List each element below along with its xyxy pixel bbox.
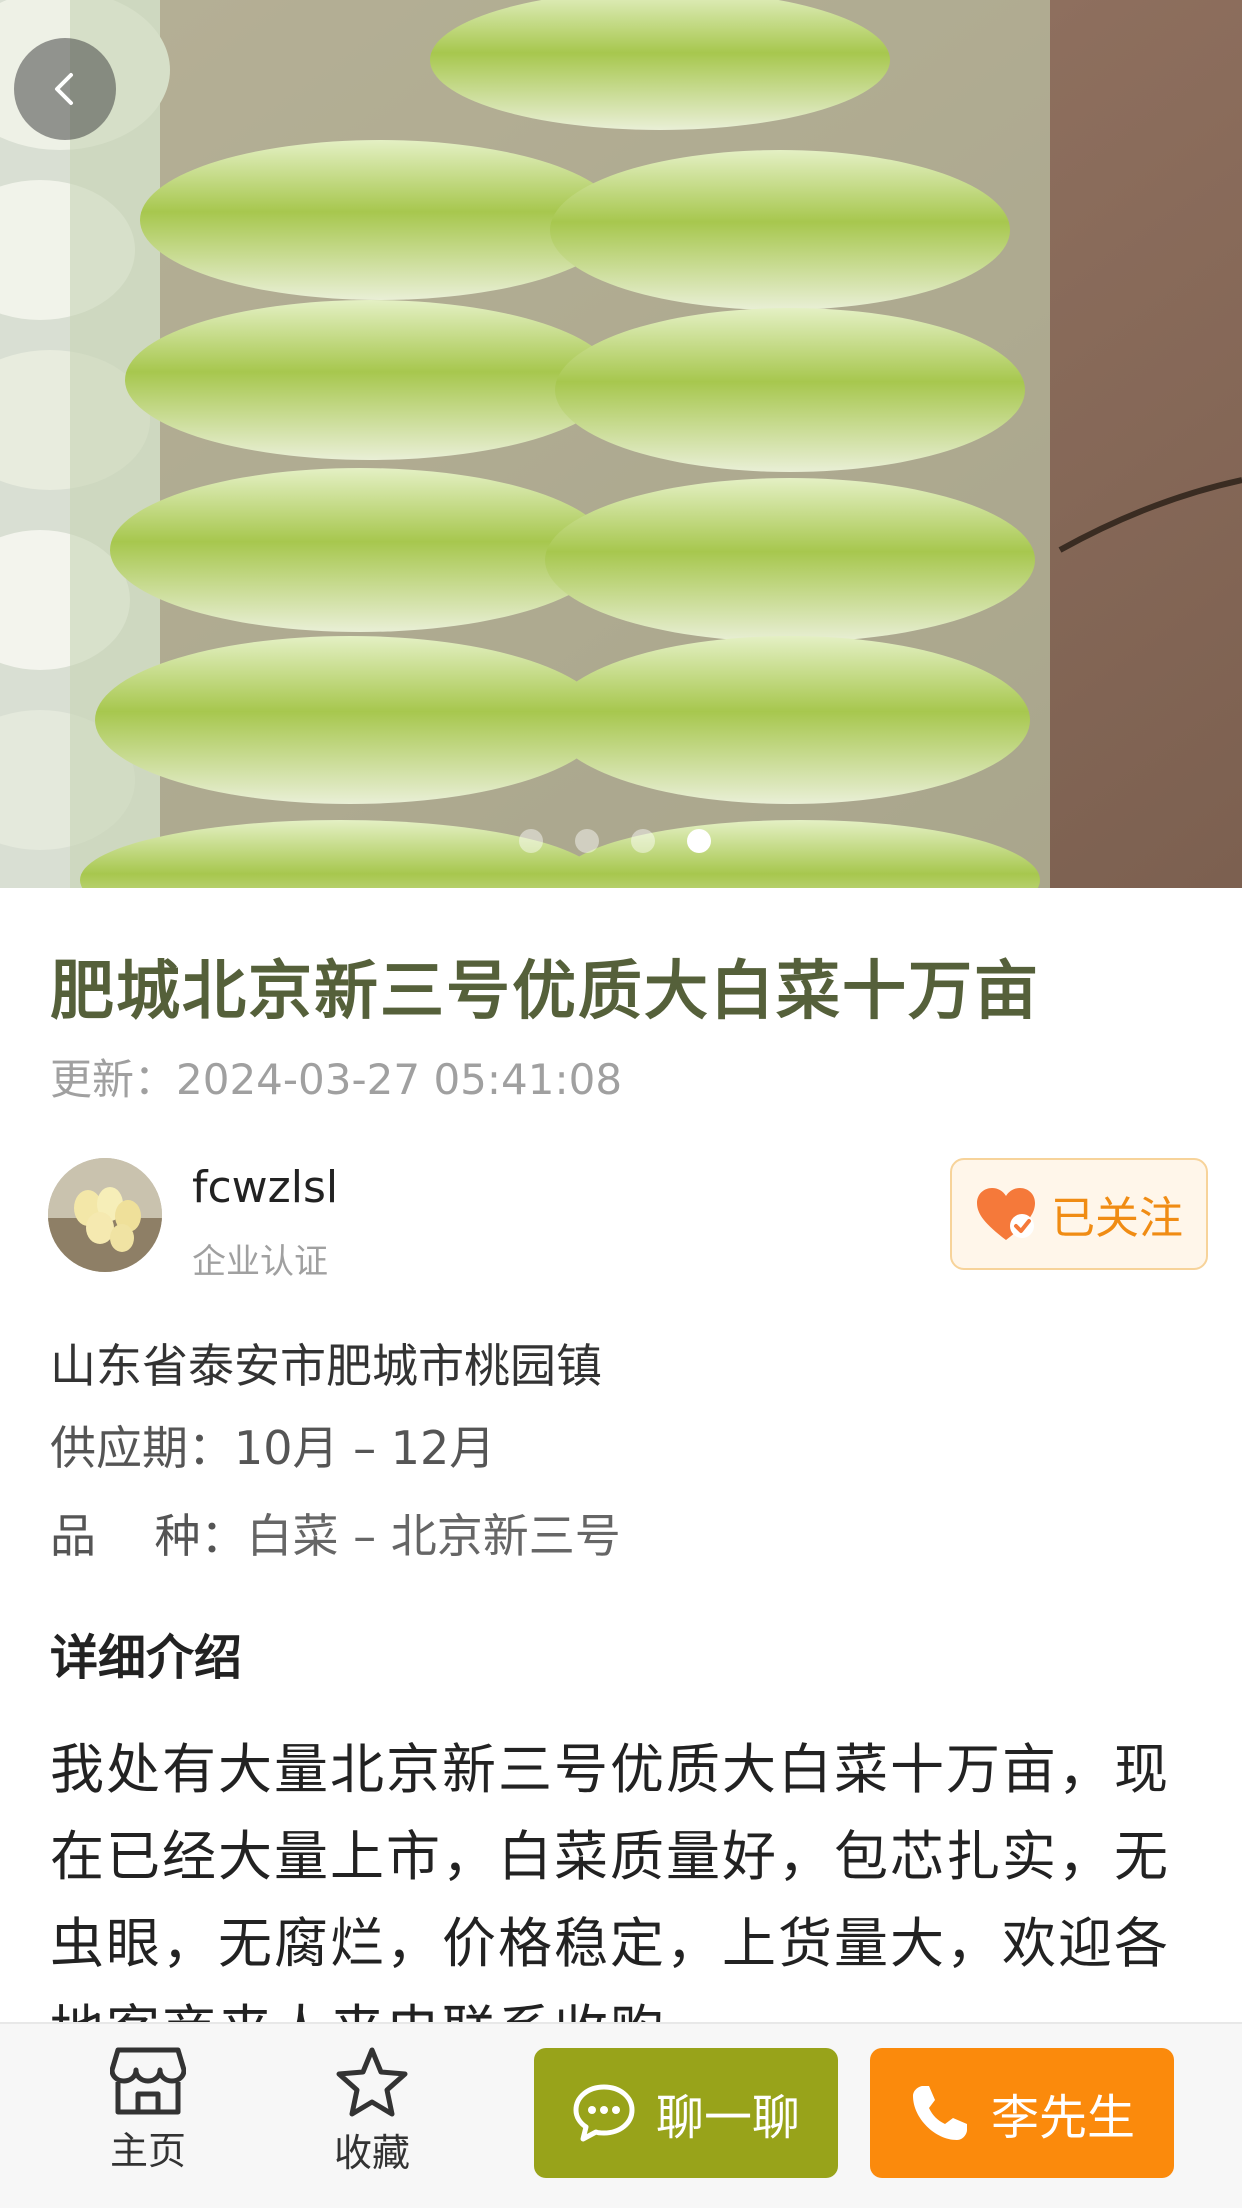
home-button[interactable]: 主页 [78, 2046, 218, 2175]
carousel-dot[interactable] [519, 829, 543, 853]
variety-label: 品 种： [50, 1509, 247, 1563]
seller-name[interactable]: fcwzlsl [192, 1162, 338, 1213]
cabbage-photo [0, 0, 1242, 888]
product-detail-page: 肥城北京新三号优质大白菜十万亩 更新：2024-03-27 05:41:08 f… [0, 0, 1242, 2208]
update-time-label: 更新： [50, 1055, 177, 1104]
details-heading: 详细介绍 [50, 1630, 243, 1686]
follow-button-label: 已关注 [1051, 1193, 1183, 1244]
star-icon [336, 2047, 408, 2117]
chevron-left-icon [55, 73, 73, 105]
variety: 品 种：白菜 – 北京新三号 [50, 1500, 621, 1566]
call-button-label: 李先生 [990, 2090, 1135, 2146]
favorite-label: 收藏 [333, 2131, 410, 2175]
store-icon [110, 2047, 186, 2115]
update-time: 更新：2024-03-27 05:41:08 [50, 1046, 622, 1107]
chat-button[interactable]: 聊一聊 [534, 2048, 838, 2178]
carousel-indicator [0, 829, 1236, 853]
favorite-button[interactable]: 收藏 [302, 2046, 442, 2177]
supply-period-value: 10月 – 12月 [234, 1421, 496, 1475]
seller-avatar[interactable] [48, 1158, 162, 1272]
enterprise-verified-badge: 企业认证 [192, 1242, 328, 1282]
supply-period: 供应期：10月 – 12月 [50, 1412, 495, 1478]
follow-button[interactable]: 已关注 [950, 1158, 1208, 1270]
update-time-value: 2024-03-27 05:41:08 [176, 1055, 623, 1104]
chat-bubble-icon [573, 2084, 635, 2142]
product-image-carousel[interactable] [0, 0, 1242, 888]
carousel-dot-active[interactable] [687, 829, 711, 853]
location-text: 山东省泰安市肥城市桃园镇 [50, 1339, 602, 1393]
heart-check-icon [977, 1188, 1035, 1240]
call-button[interactable]: 李先生 [870, 2048, 1174, 2178]
carousel-dot[interactable] [631, 829, 655, 853]
carousel-dot[interactable] [575, 829, 599, 853]
supply-period-label: 供应期： [50, 1421, 234, 1475]
product-title: 肥城北京新三号优质大白菜十万亩 [50, 955, 1040, 1029]
chat-button-label: 聊一聊 [655, 2090, 800, 2146]
home-label: 主页 [109, 2129, 186, 2173]
variety-value: 白菜 – 北京新三号 [246, 1509, 621, 1563]
avatar-image [48, 1158, 162, 1272]
phone-icon [912, 2086, 967, 2140]
back-button[interactable] [14, 38, 116, 140]
bottom-action-bar: 主页 收藏 聊一聊 李先生 [0, 2022, 1242, 2208]
